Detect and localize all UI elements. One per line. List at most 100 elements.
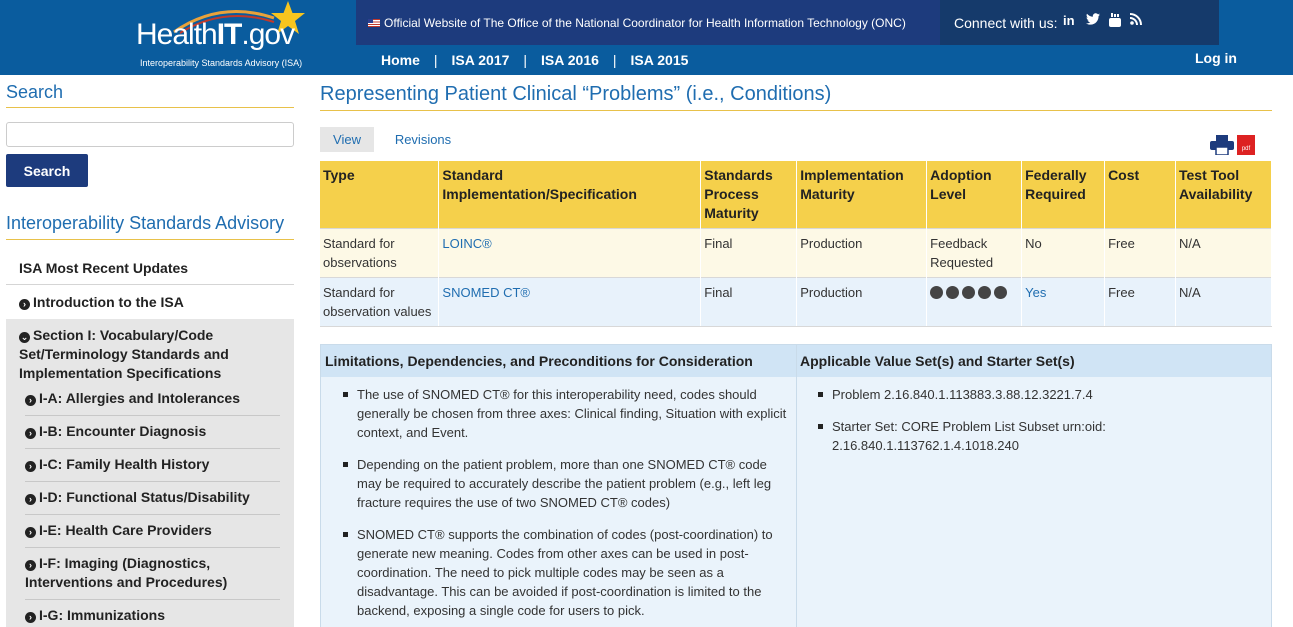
table-row: Standard for observations LOINC® Final P… bbox=[320, 228, 1273, 278]
logo-subtitle: Interoperability Standards Advisory (ISA… bbox=[140, 58, 303, 68]
value-set-item: Starter Set: CORE Problem List Subset ur… bbox=[818, 417, 1132, 455]
rss-icon[interactable] bbox=[1129, 13, 1142, 28]
table-cell bbox=[926, 277, 1023, 327]
adoption-dot bbox=[962, 286, 976, 299]
twitter-icon[interactable] bbox=[1086, 13, 1100, 28]
divider bbox=[6, 239, 294, 240]
sidebar-subitem-encounter-diagnosis[interactable]: › I-B: Encounter Diagnosis bbox=[25, 422, 280, 441]
arrow-circle-right-icon: › bbox=[25, 461, 36, 472]
sidebar-subitem-imaging[interactable]: › I-F: Imaging (Diagnostics, Intervention… bbox=[25, 554, 235, 592]
sidebar-item-label: ISA Most Recent Updates bbox=[19, 260, 189, 276]
table-cell: Production bbox=[796, 277, 928, 327]
column-header: Implementation Maturity bbox=[796, 161, 928, 229]
pdf-icon[interactable]: pdf bbox=[1237, 135, 1255, 155]
sidebar-subitem-label: I-D: Functional Status/Disability bbox=[39, 489, 250, 505]
nav-separator: | bbox=[612, 52, 617, 68]
login-link[interactable]: Log in bbox=[1195, 50, 1237, 66]
sidebar-subitem-label: I-E: Health Care Providers bbox=[39, 522, 212, 538]
sidebar-subitem-label: I-G: Immunizations bbox=[39, 607, 165, 623]
healthit-logo[interactable]: HealthIT.gov Interoperability Standards … bbox=[130, 1, 320, 72]
pdf-icon-label: pdf bbox=[1241, 146, 1251, 152]
table-cell: SNOMED CT® bbox=[438, 277, 702, 327]
divider bbox=[25, 599, 280, 600]
top-nav: Home | ISA 2017 | ISA 2016 | ISA 2015 bbox=[381, 52, 688, 68]
sidebar-subitem-functional-status[interactable]: › I-D: Functional Status/Disability bbox=[25, 488, 280, 507]
arrow-circle-right-icon: › bbox=[25, 494, 36, 505]
sidebar-item-recent-updates[interactable]: ISA Most Recent Updates bbox=[6, 252, 294, 285]
linkedin-icon[interactable]: in bbox=[1063, 13, 1075, 28]
table-cell: Yes bbox=[1021, 277, 1106, 327]
advisory-title: Interoperability Standards Advisory bbox=[6, 213, 285, 233]
limitations-panel: Limitations, Dependencies, and Precondit… bbox=[320, 344, 1272, 627]
tab-revisions[interactable]: Revisions bbox=[385, 127, 461, 152]
search-input[interactable] bbox=[6, 122, 294, 147]
sidebar-item-label: Section I: Vocabulary/Code Set/Terminolo… bbox=[19, 327, 229, 381]
sidebar-subitem-health-care-providers[interactable]: › I-E: Health Care Providers bbox=[25, 521, 280, 540]
youtube-icon[interactable] bbox=[1109, 13, 1121, 30]
arrow-circle-down-icon: ⌄ bbox=[19, 332, 30, 343]
standards-table: Type Standard Implementation/Specificati… bbox=[320, 161, 1273, 327]
loinc-link[interactable]: LOINC® bbox=[442, 236, 491, 251]
table-header-row: Type Standard Implementation/Specificati… bbox=[320, 161, 1273, 229]
arrow-circle-right-icon: › bbox=[19, 299, 30, 310]
value-set-item: Problem 2.16.840.1.113883.3.88.12.3221.7… bbox=[818, 385, 1132, 404]
column-header: Type bbox=[320, 161, 440, 229]
sidebar-item-introduction[interactable]: › Introduction to the ISA bbox=[6, 286, 294, 319]
adoption-dot bbox=[994, 286, 1008, 299]
adoption-dot bbox=[930, 286, 944, 299]
nav-isa-2015[interactable]: ISA 2015 bbox=[631, 52, 689, 68]
limitation-item: SNOMED CT® supports the combination of c… bbox=[343, 525, 795, 620]
column-header: Standards Process Maturity bbox=[700, 161, 798, 229]
divider bbox=[25, 481, 280, 482]
nav-isa-2017[interactable]: ISA 2017 bbox=[452, 52, 510, 68]
nav-isa-2016[interactable]: ISA 2016 bbox=[541, 52, 599, 68]
table-cell: Final bbox=[700, 277, 798, 327]
sidebar-subitem-family-history[interactable]: › I-C: Family Health History bbox=[25, 455, 280, 474]
page-title: Representing Patient Clinical “Problems”… bbox=[320, 83, 832, 105]
column-header: Adoption Level bbox=[926, 161, 1023, 229]
table-cell: Production bbox=[796, 228, 928, 278]
sidebar-subitem-label: I-C: Family Health History bbox=[39, 456, 210, 472]
print-icon[interactable] bbox=[1210, 135, 1234, 155]
sidebar-item-label: Introduction to the ISA bbox=[33, 294, 184, 310]
sidebar: Search Search Interoperability Standards… bbox=[0, 75, 300, 627]
table-cell: Final bbox=[700, 228, 798, 278]
column-header: Cost bbox=[1104, 161, 1176, 229]
arrow-circle-right-icon: › bbox=[25, 560, 36, 571]
divider bbox=[6, 107, 294, 108]
divider bbox=[25, 415, 280, 416]
arrow-circle-right-icon: › bbox=[25, 428, 36, 439]
nav-separator: | bbox=[433, 52, 438, 68]
connect-bar: Connect with us: in bbox=[940, 0, 1219, 45]
sidebar-subitem-label: I-A: Allergies and Intolerances bbox=[39, 390, 240, 406]
logo-wordmark: HealthIT.gov bbox=[136, 18, 295, 51]
arrow-circle-right-icon: › bbox=[25, 527, 36, 538]
nav-home[interactable]: Home bbox=[381, 52, 420, 68]
table-cell: Standard for observation values bbox=[320, 277, 440, 327]
divider bbox=[25, 514, 280, 515]
connect-label: Connect with us: bbox=[954, 15, 1058, 31]
adoption-dot bbox=[946, 286, 960, 299]
us-flag-icon bbox=[368, 19, 380, 27]
adoption-level-dots bbox=[930, 283, 1018, 302]
search-title: Search bbox=[6, 82, 64, 102]
snomed-link[interactable]: SNOMED CT® bbox=[442, 285, 530, 300]
sidebar-subitem-label: I-F: Imaging (Diagnostics, Interventions… bbox=[25, 555, 228, 590]
federally-required-link[interactable]: Yes bbox=[1025, 285, 1046, 300]
column-header: Federally Required bbox=[1021, 161, 1106, 229]
divider bbox=[25, 547, 280, 548]
adoption-dot bbox=[978, 286, 992, 299]
value-sets-heading: Applicable Value Set(s) and Starter Set(… bbox=[800, 353, 1075, 369]
sidebar-subitem-allergies[interactable]: › I-A: Allergies and Intolerances bbox=[25, 389, 280, 408]
search-button[interactable]: Search bbox=[6, 154, 88, 187]
table-cell: Free bbox=[1104, 277, 1176, 327]
sidebar-subitem-immunizations[interactable]: › I-G: Immunizations bbox=[25, 606, 280, 625]
column-header: Standard Implementation/Specification bbox=[438, 161, 702, 229]
table-cell: Standard for observations bbox=[320, 228, 440, 278]
site-header: HealthIT.gov Interoperability Standards … bbox=[0, 0, 1293, 75]
table-row: Standard for observation values SNOMED C… bbox=[320, 277, 1273, 327]
official-banner-text: Official Website of The Office of the Na… bbox=[384, 16, 906, 30]
sidebar-item-section-i[interactable]: ⌄ Section I: Vocabulary/Code Set/Terminol… bbox=[19, 326, 269, 383]
column-divider bbox=[796, 345, 797, 627]
tab-view[interactable]: View bbox=[320, 127, 374, 152]
